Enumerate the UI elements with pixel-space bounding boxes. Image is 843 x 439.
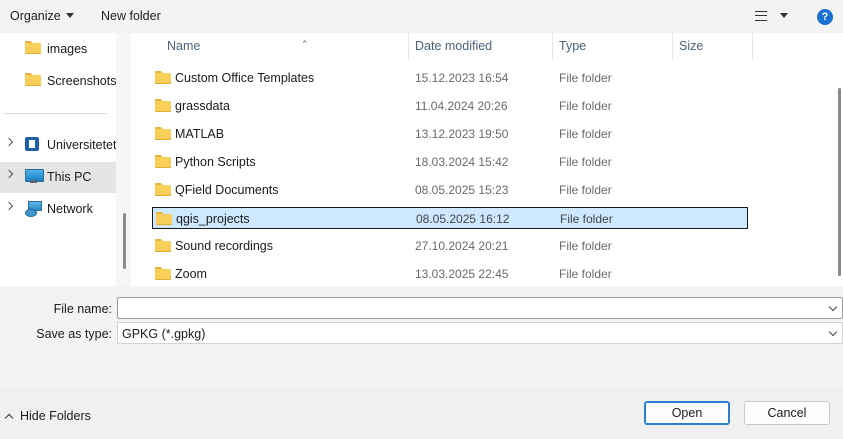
column-header-label: Name <box>167 39 201 53</box>
file-name: Zoom <box>175 267 207 281</box>
list-view-icon <box>755 11 767 21</box>
nav-scrollbar-thumb[interactable] <box>123 213 126 269</box>
file-name-label: File name: <box>53 302 112 316</box>
file-name: QField Documents <box>175 183 279 197</box>
column-divider[interactable] <box>752 33 753 60</box>
column-header-type[interactable]: Type <box>553 33 672 60</box>
folder-icon <box>155 155 171 168</box>
file-type: File folder <box>559 127 612 141</box>
file-name: qgis_projects <box>176 212 250 226</box>
hide-folders-label: Hide Folders <box>20 409 91 423</box>
file-name: grassdata <box>175 99 230 113</box>
network-icon <box>25 201 42 217</box>
file-date: 13.12.2023 19:50 <box>415 127 509 141</box>
nav-item-universitetet[interactable]: Universitetet <box>0 130 116 158</box>
file-name: MATLAB <box>175 127 225 141</box>
navigation-pane: images Screenshots Universitetet This PC… <box>0 33 131 286</box>
file-date: 08.05.2025 16:12 <box>416 212 510 226</box>
nav-item-label: Network <box>47 202 93 216</box>
nav-item-screenshots[interactable]: Screenshots <box>0 66 116 94</box>
file-name: Sound recordings <box>175 239 273 253</box>
chevron-up-icon <box>4 413 14 423</box>
save-type-label: Save as type: <box>36 327 112 341</box>
folder-icon <box>25 41 41 54</box>
file-type: File folder <box>559 183 612 197</box>
file-row[interactable]: QField Documents 08.05.2025 15:23 File f… <box>152 179 748 201</box>
file-type: File folder <box>559 267 612 281</box>
pc-icon <box>25 169 44 183</box>
file-row[interactable]: grassdata 11.04.2024 20:26 File folder <box>152 95 748 117</box>
file-type: File folder <box>559 71 612 85</box>
file-name: Custom Office Templates <box>175 71 315 85</box>
hide-folders-button[interactable]: Hide Folders <box>4 409 91 423</box>
university-icon <box>25 137 39 151</box>
organize-label: Organize <box>10 9 61 23</box>
nav-item-label: images <box>47 42 88 56</box>
chevron-down-icon[interactable] <box>828 327 838 337</box>
file-type: File folder <box>560 212 613 226</box>
folder-icon <box>156 212 172 225</box>
change-view-button[interactable] <box>755 10 791 24</box>
file-row[interactable]: Python Scripts 18.03.2024 15:42 File fol… <box>152 151 748 173</box>
save-form: File name: Save as type: GPKG (*.gpkg) <box>0 286 843 386</box>
file-row[interactable]: MATLAB 13.12.2023 19:50 File folder <box>152 123 748 145</box>
column-header-size[interactable]: Size <box>673 33 753 60</box>
file-row[interactable]: Sound recordings 27.10.2024 20:21 File f… <box>152 235 748 257</box>
chevron-right-icon[interactable] <box>4 169 14 179</box>
folder-icon <box>155 239 171 252</box>
file-row[interactable]: Custom Office Templates 15.12.2023 16:54… <box>152 67 748 89</box>
nav-divider <box>3 113 107 114</box>
nav-item-network[interactable]: Network <box>0 194 116 222</box>
open-button[interactable]: Open <box>644 401 730 425</box>
file-list-scrollbar-thumb[interactable] <box>838 88 841 276</box>
nav-item-images[interactable]: images <box>0 34 116 62</box>
toolbar: Organize New folder ? <box>0 0 843 33</box>
folder-icon <box>155 267 171 280</box>
nav-scrollbar[interactable] <box>116 33 131 286</box>
chevron-down-icon[interactable] <box>828 302 838 312</box>
file-date: 08.05.2025 15:23 <box>415 183 509 197</box>
column-header-label: Type <box>559 39 587 53</box>
sort-ascending-icon: ⌃ <box>301 39 309 49</box>
file-date: 27.10.2024 20:21 <box>415 239 509 253</box>
cancel-button[interactable]: Cancel <box>744 401 830 425</box>
chevron-down-icon <box>780 13 788 18</box>
file-row[interactable]: Zoom 13.03.2025 22:45 File folder <box>152 263 748 285</box>
organize-button[interactable]: Organize <box>10 9 74 23</box>
folder-icon <box>155 71 171 84</box>
file-date: 18.03.2024 15:42 <box>415 155 509 169</box>
file-name: Python Scripts <box>175 155 256 169</box>
folder-icon <box>25 73 41 86</box>
nav-item-this-pc[interactable]: This PC <box>0 162 116 193</box>
chevron-right-icon[interactable] <box>4 201 14 211</box>
column-header-label: Date modified <box>415 39 493 53</box>
new-folder-button[interactable]: New folder <box>101 9 161 23</box>
file-type: File folder <box>559 155 612 169</box>
dialog-footer: Hide Folders Open Cancel <box>0 386 843 439</box>
folder-icon <box>155 127 171 140</box>
file-date: 11.04.2024 20:26 <box>415 99 508 113</box>
folder-icon <box>155 183 171 196</box>
save-type-select[interactable]: GPKG (*.gpkg) <box>117 322 843 344</box>
help-icon[interactable]: ? <box>817 9 833 25</box>
column-header-label: Size <box>679 39 704 53</box>
save-type-value: GPKG (*.gpkg) <box>122 327 206 341</box>
nav-item-label: Screenshots <box>47 74 117 88</box>
column-header-name[interactable]: Name ⌃ <box>152 33 408 60</box>
column-header-date[interactable]: Date modified <box>409 33 552 60</box>
nav-item-label: Universitetet <box>47 138 117 152</box>
file-list-scrollbar[interactable] <box>832 33 843 286</box>
chevron-right-icon[interactable] <box>4 137 14 147</box>
file-type: File folder <box>559 239 612 253</box>
folder-icon <box>155 99 171 112</box>
chevron-down-icon <box>65 13 74 19</box>
file-name-input[interactable] <box>117 297 843 319</box>
file-date: 15.12.2023 16:54 <box>415 71 509 85</box>
file-list: Name ⌃ Date modified Type Size Custom Of… <box>131 33 832 286</box>
nav-item-label: This PC <box>47 170 92 184</box>
file-row-selected[interactable]: qgis_projects 08.05.2025 16:12 File fold… <box>152 207 748 229</box>
file-date: 13.03.2025 22:45 <box>415 267 509 281</box>
file-type: File folder <box>559 99 612 113</box>
